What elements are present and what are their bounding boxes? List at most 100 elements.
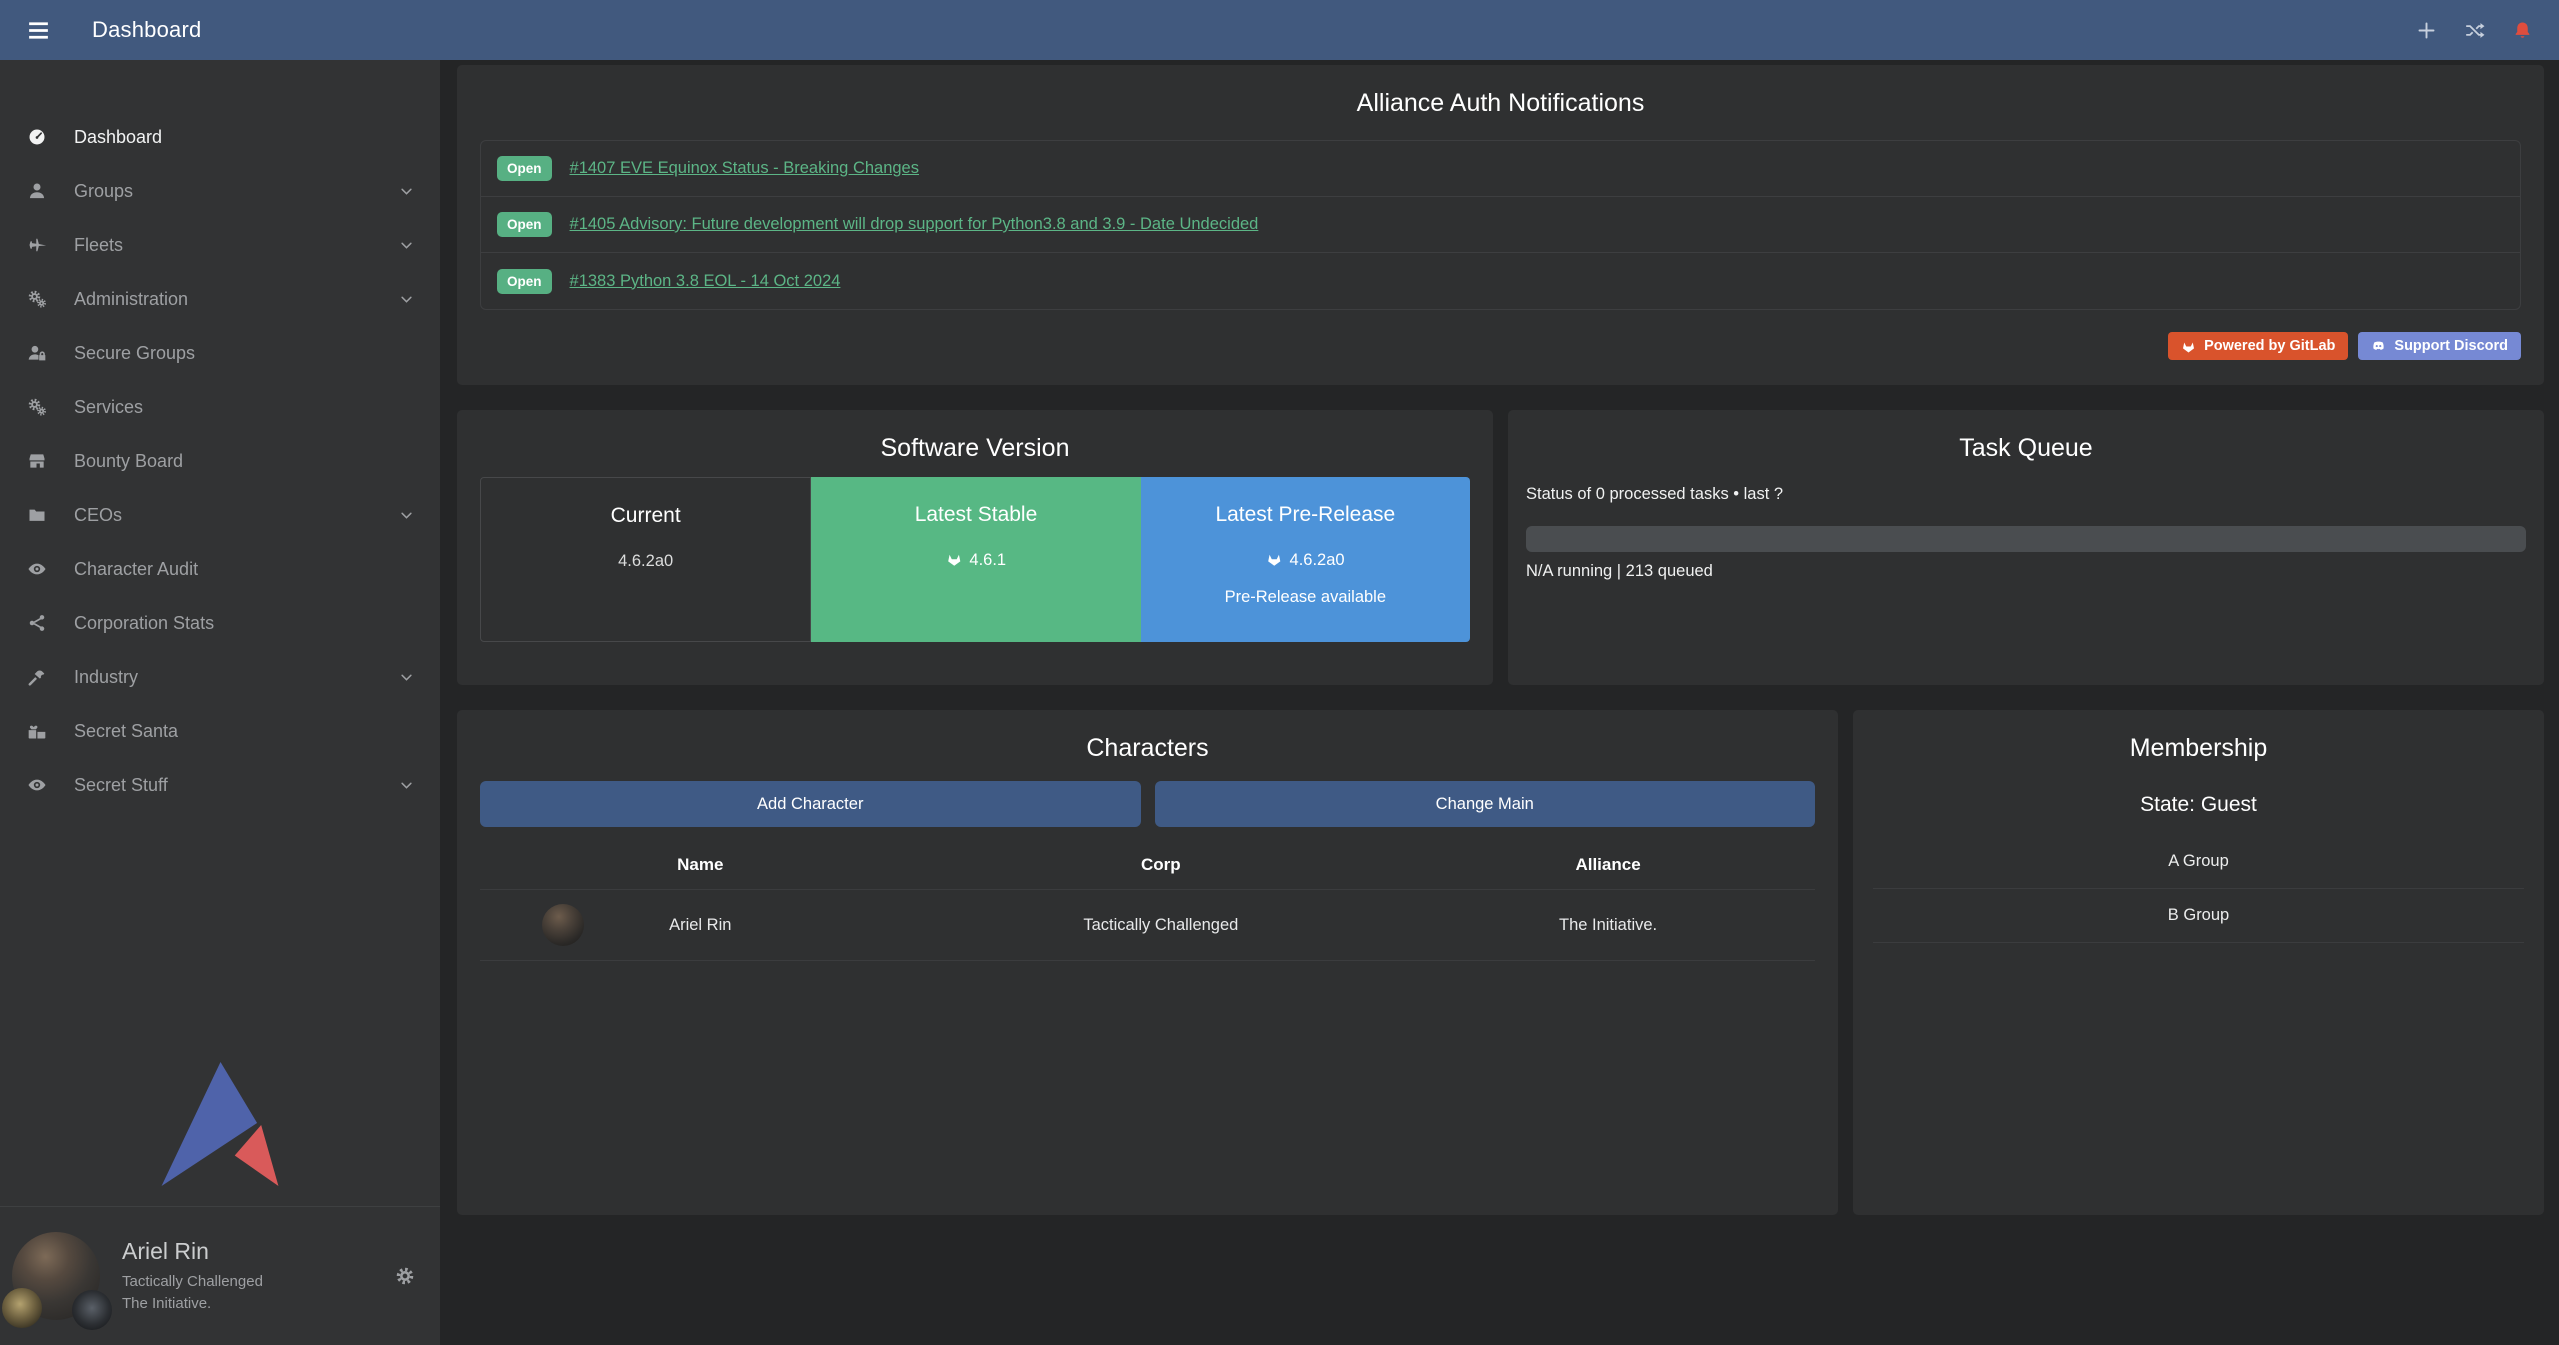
- software-version-panel: Software Version Current 4.6.2a0 Latest …: [457, 410, 1493, 685]
- add-character-button[interactable]: Add Character: [480, 781, 1141, 827]
- chevron-down-icon: [399, 508, 414, 523]
- sidebar-item-secret-stuff[interactable]: Secret Stuff: [0, 758, 440, 812]
- version-label: Latest Pre-Release: [1141, 503, 1470, 527]
- notification-row: Open #1405 Advisory: Future development …: [481, 197, 2520, 253]
- menu-icon[interactable]: [26, 18, 56, 43]
- task-queue-panel: Task Queue Status of 0 processed tasks •…: [1508, 410, 2544, 685]
- chevron-down-icon: [399, 670, 414, 685]
- sidebar-item-label: Services: [74, 397, 143, 418]
- user-avatar: [12, 1232, 100, 1320]
- sidebar-item-ceos[interactable]: CEOs: [0, 488, 440, 542]
- column-header-corp: Corp: [921, 835, 1402, 889]
- sidebar-item-fleets[interactable]: Fleets: [0, 218, 440, 272]
- user-name: Ariel Rin: [122, 1238, 263, 1265]
- version-label: Current: [481, 504, 810, 528]
- sidebar-item-label: Administration: [74, 289, 188, 310]
- sidebar-item-services[interactable]: Services: [0, 380, 440, 434]
- gear-icon[interactable]: [394, 1265, 416, 1287]
- gitlab-icon: [1266, 551, 1283, 570]
- alliance-logo: [72, 1290, 112, 1330]
- sidebar-item-character-audit[interactable]: Character Audit: [0, 542, 440, 596]
- sidebar-item-industry[interactable]: Industry: [0, 650, 440, 704]
- version-prerelease-cell: Latest Pre-Release 4.6.2a0 Pre-Release a…: [1141, 477, 1470, 642]
- sidebar-item-bounty-board[interactable]: Bounty Board: [0, 434, 440, 488]
- user-corp: Tactically Challenged: [122, 1271, 263, 1293]
- notification-link[interactable]: #1407 EVE Equinox Status - Breaking Chan…: [570, 159, 919, 178]
- notification-row: Open #1383 Python 3.8 EOL - 14 Oct 2024: [481, 253, 2520, 309]
- notifications-list: Open #1407 EVE Equinox Status - Breaking…: [480, 140, 2521, 310]
- sidebar-item-groups[interactable]: Groups: [0, 164, 440, 218]
- version-value: 4.6.2a0: [618, 552, 673, 571]
- user-alliance: The Initiative.: [122, 1293, 263, 1315]
- navbar: Dashboard: [0, 0, 2559, 60]
- chevron-down-icon: [399, 184, 414, 199]
- eye-icon: [22, 775, 52, 795]
- software-version-title: Software Version: [457, 410, 1493, 463]
- chevron-down-icon: [399, 238, 414, 253]
- notifications-title: Alliance Auth Notifications: [457, 65, 2544, 118]
- change-main-button[interactable]: Change Main: [1155, 781, 1816, 827]
- sidebar-item-label: Secret Santa: [74, 721, 178, 742]
- sidebar-item-corporation-stats[interactable]: Corporation Stats: [0, 596, 440, 650]
- sidebar-item-label: Bounty Board: [74, 451, 183, 472]
- version-note: Pre-Release available: [1141, 588, 1470, 607]
- sidebar-item-dashboard[interactable]: Dashboard: [0, 110, 440, 164]
- folder-icon: [22, 505, 52, 525]
- sidebar-item-secure-groups[interactable]: Secure Groups: [0, 326, 440, 380]
- sidebar-item-label: Character Audit: [74, 559, 198, 580]
- main-content: Alliance Auth Notifications Open #1407 E…: [440, 0, 2559, 1215]
- character-corp: Tactically Challenged: [921, 916, 1402, 935]
- group-item: A Group: [1873, 835, 2524, 889]
- gifts-icon: [22, 721, 52, 741]
- status-badge: Open: [497, 212, 552, 237]
- sidebar-item-label: Fleets: [74, 235, 123, 256]
- task-queue-body: Status of 0 processed tasks • last ? N/A…: [1508, 463, 2544, 581]
- user-panel: Ariel Rin Tactically Challenged The Init…: [0, 1206, 440, 1345]
- table-row: Ariel Rin Tactically Challenged The Init…: [480, 889, 1815, 961]
- task-queue-title: Task Queue: [1508, 410, 2544, 463]
- character-portrait: [542, 904, 584, 946]
- chevron-down-icon: [399, 292, 414, 307]
- user-icon: [22, 181, 52, 201]
- sidebar-item-administration[interactable]: Administration: [0, 272, 440, 326]
- gitlab-icon: [946, 551, 963, 570]
- sidebar-item-label: Corporation Stats: [74, 613, 214, 634]
- characters-buttons: Add Character Change Main: [480, 781, 1815, 827]
- shuffle-icon[interactable]: [2464, 20, 2485, 41]
- alliance-auth-logo: [0, 1062, 440, 1206]
- membership-groups: A Group B Group: [1873, 835, 2524, 943]
- version-current-cell: Current 4.6.2a0: [480, 477, 811, 642]
- membership-title: Membership: [1853, 710, 2544, 763]
- membership-state: State: Guest: [1853, 793, 2544, 817]
- characters-panel: Characters Add Character Change Main Nam…: [457, 710, 1838, 1215]
- sidebar-item-label: Dashboard: [74, 127, 162, 148]
- add-icon[interactable]: [2416, 20, 2437, 41]
- group-item: B Group: [1873, 889, 2524, 943]
- characters-table: Name Corp Alliance Ariel Rin Tactically …: [480, 835, 1815, 961]
- sidebar-item-secret-santa[interactable]: Secret Santa: [0, 704, 440, 758]
- navbar-actions: [2416, 20, 2533, 41]
- gears-icon: [22, 397, 52, 417]
- hammer-icon: [22, 667, 52, 687]
- notification-bell-icon[interactable]: [2512, 20, 2533, 41]
- notification-link[interactable]: #1383 Python 3.8 EOL - 14 Oct 2024: [570, 272, 841, 291]
- version-cells: Current 4.6.2a0 Latest Stable 4.6.1 Late…: [480, 477, 1470, 642]
- corp-logo: [2, 1288, 42, 1328]
- eye-icon: [22, 559, 52, 579]
- gears-icon: [22, 289, 52, 309]
- support-discord-badge[interactable]: Support Discord: [2358, 332, 2521, 360]
- column-header-name: Name: [480, 835, 921, 889]
- status-badge: Open: [497, 156, 552, 181]
- version-stable-cell: Latest Stable 4.6.1: [811, 477, 1140, 642]
- characters-title: Characters: [457, 710, 1838, 763]
- badge-label: Powered by GitLab: [2204, 338, 2335, 354]
- notification-link[interactable]: #1405 Advisory: Future development will …: [570, 215, 1259, 234]
- sidebar-item-label: Secure Groups: [74, 343, 195, 364]
- sidebar: Dashboard Groups Fleets Administration S…: [0, 60, 440, 1345]
- page-title: Dashboard: [92, 17, 201, 43]
- status-badge: Open: [497, 269, 552, 294]
- powered-by-gitlab-badge[interactable]: Powered by GitLab: [2168, 332, 2348, 360]
- task-progress-bar: [1526, 526, 2526, 552]
- gauge-icon: [22, 127, 52, 147]
- chevron-down-icon: [399, 778, 414, 793]
